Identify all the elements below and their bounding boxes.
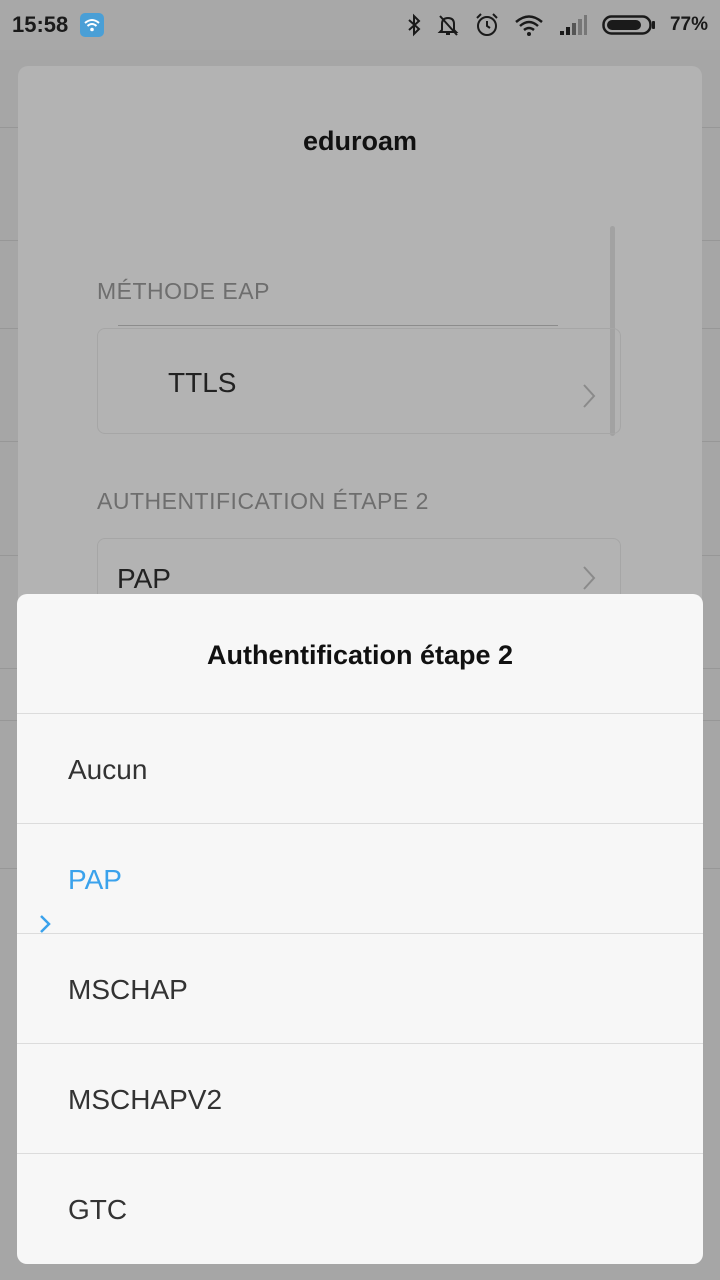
option-aucun[interactable]: Aucun <box>17 714 703 824</box>
option-label: Aucun <box>68 754 148 785</box>
wifi-notification-icon <box>80 13 105 37</box>
battery-percent: 77% <box>669 14 708 35</box>
option-pap[interactable]: PAP <box>17 824 703 934</box>
status-icons: 77% <box>406 12 708 38</box>
option-label: MSCHAPV2 <box>68 1084 223 1115</box>
divider <box>118 325 558 326</box>
sheet-title: Authentification étape 2 <box>17 594 703 714</box>
cellular-signal-icon <box>558 14 588 36</box>
option-label: PAP <box>68 864 122 895</box>
option-gtc[interactable]: GTC <box>17 1154 703 1263</box>
status-time: 15:58 <box>12 12 69 37</box>
option-label: GTC <box>68 1194 128 1225</box>
battery-icon <box>602 14 656 36</box>
option-mschap[interactable]: MSCHAP <box>17 934 703 1044</box>
notifications-muted-icon <box>436 13 460 37</box>
network-dialog: eduroam MÉTHODE EAP TTLS AUTHENTIFICATIO… <box>18 66 702 644</box>
bluetooth-icon <box>406 13 422 37</box>
option-mschapv2[interactable]: MSCHAPV2 <box>17 1044 703 1154</box>
phase2-value: PAP <box>117 563 171 594</box>
eap-method-label: MÉTHODE EAP <box>97 278 270 304</box>
alarm-icon <box>474 12 500 38</box>
dialog-title: eduroam <box>302 126 418 156</box>
chevron-right-icon <box>582 383 596 414</box>
phase2-picker-sheet: Authentification étape 2 Aucun PAP MSCHA… <box>17 594 703 1264</box>
status-bar: 15:58 77% <box>0 0 720 50</box>
eap-method-value: TTLS <box>168 367 237 398</box>
eap-method-field[interactable]: TTLS <box>97 328 621 434</box>
option-label: MSCHAP <box>68 974 188 1005</box>
chevron-right-icon <box>582 565 596 596</box>
wifi-signal-icon <box>514 13 544 37</box>
phase2-label: AUTHENTIFICATION ÉTAPE 2 <box>97 488 429 514</box>
